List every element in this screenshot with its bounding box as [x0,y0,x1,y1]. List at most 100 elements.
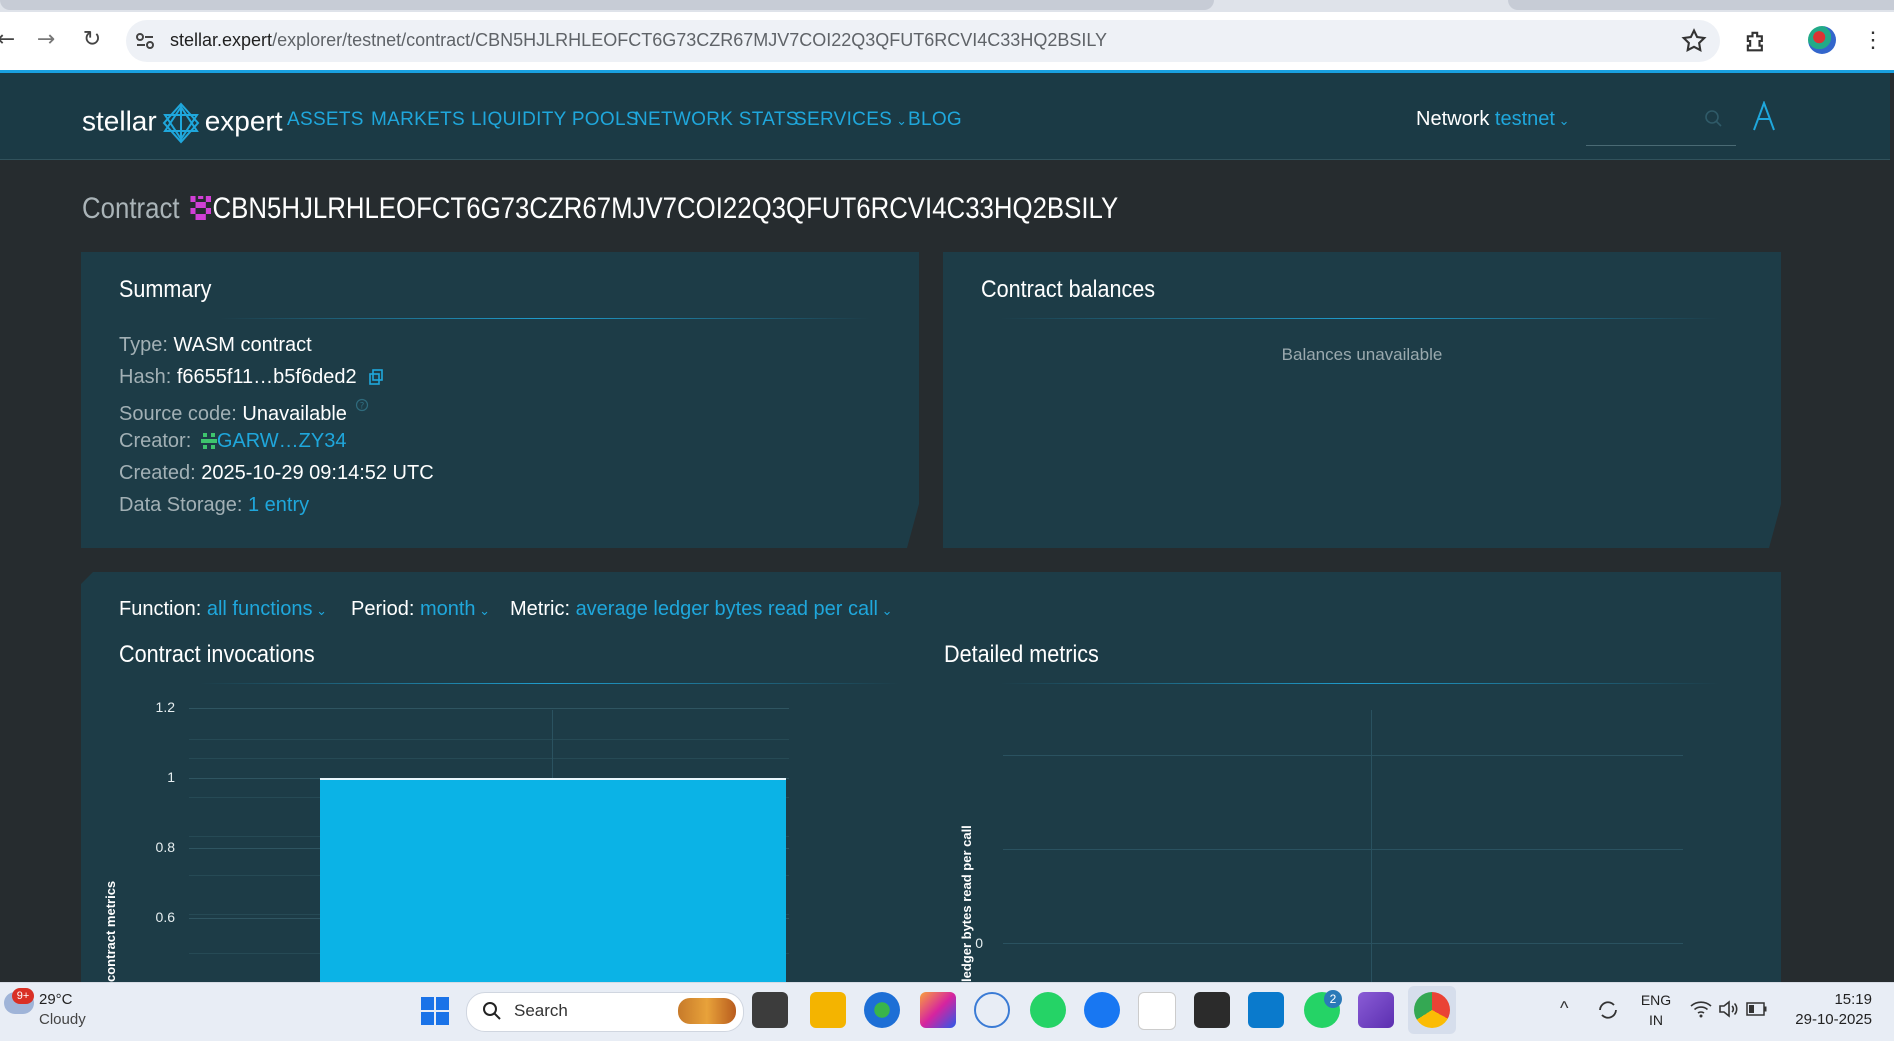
search-highlight-icon [678,998,736,1024]
nav-blog[interactable]: BLOG [908,109,962,131]
y-tick-label: 0.6 [155,909,175,925]
address-url[interactable]: stellar.expert/explorer/testnet/contract… [170,30,1107,51]
balances-title: Contract balances [981,276,1156,303]
y-tick-label: 0.8 [155,839,175,855]
site-info-icon[interactable] [134,30,156,52]
nav-assets[interactable]: ASSETS [287,109,364,131]
search-underline [1586,145,1736,146]
site-header: stellar expert ASSETS MARKETS LIQUIDITY P… [0,73,1890,160]
notification-badge: 2 [1324,990,1342,1008]
summary-source-row: Source code: Unavailable ? [119,398,369,426]
grid-line [1003,943,1683,944]
grid-line-vertical [1371,710,1372,982]
metric-filter-label: Metric: [510,598,570,620]
star-icon[interactable] [1680,27,1708,55]
network-value: testnet [1494,108,1555,130]
grid-line [189,708,789,709]
logo-text-right: expert [204,105,283,137]
summary-creator-row: Creator: GARW…ZY34 [119,430,346,453]
battery-icon[interactable] [1746,1002,1768,1016]
browser-tab[interactable] [1508,0,1894,10]
url-path: /explorer/testnet/contract/CBN5HJLRHLEOF… [272,30,1108,50]
weather-temp[interactable]: 29°C [39,991,73,1008]
summary-storage-key: Data Storage: [119,494,243,516]
detailed-title: Detailed metrics [944,641,1099,668]
forward-arrow-icon[interactable]: → [32,26,60,54]
contract-identicon-icon [190,196,211,220]
invocations-title: Contract invocations [119,641,315,668]
facebook-icon[interactable] [1084,992,1120,1028]
nav-services[interactable]: SERVICES ⌄ [794,109,907,131]
chevron-down-icon: ⌄ [1554,113,1570,128]
summary-type-key: Type: [119,334,168,356]
menu-kebab-icon[interactable]: ⋮ [1862,26,1884,54]
weather-desc[interactable]: Cloudy [39,1011,86,1028]
invocations-chart: 1.2 1 0.8 0.6 contract metrics [81,700,921,982]
language-region[interactable]: IN [1636,1012,1676,1028]
function-filter-value: all functions [206,598,313,620]
visual-studio-icon[interactable] [1358,992,1394,1028]
clock-date[interactable]: 29-10-2025 [1772,1011,1872,1028]
chevron-down-icon: ⌄ [892,113,908,128]
detailed-y-axis-label: ledger bytes read per call [959,825,974,982]
terminal-icon[interactable] [1194,992,1230,1028]
chevron-down-icon: ⌄ [312,603,327,618]
data-storage-link[interactable]: 1 entry [248,494,309,516]
summary-hash-key: Hash: [119,366,172,388]
browser-tab[interactable] [0,0,1214,10]
grid-line [189,739,789,740]
amazon-icon[interactable] [1138,992,1176,1030]
edge-browser-icon[interactable] [864,992,900,1028]
clock-time[interactable]: 15:19 [1792,991,1872,1008]
sync-icon[interactable] [1596,998,1620,1022]
info-icon[interactable]: ? [355,398,369,412]
logo-mark-icon [162,102,200,144]
summary-type-row: Type: WASM contract [119,334,312,357]
network-selector[interactable]: Network testnet ⌄ [1416,108,1569,131]
invocations-bar[interactable] [320,778,786,982]
search-icon[interactable] [1704,109,1722,127]
nav-liquidity-pools[interactable]: LIQUIDITY POOLS [471,109,639,131]
site-logo[interactable]: stellar expert [82,101,283,145]
task-view-icon[interactable] [752,992,788,1028]
translate-app-icon[interactable] [974,992,1010,1028]
balances-empty-text: Balances unavailable [1281,345,1443,364]
nav-markets[interactable]: MARKETS [371,109,465,131]
grid-line [1003,849,1683,850]
summary-created-key: Created: [119,462,196,484]
summary-creator-key: Creator: [119,430,192,452]
windows-start-icon[interactable] [420,996,450,1026]
summary-title: Summary [119,276,212,303]
nav-network-stats[interactable]: NETWORK STATS [634,109,799,131]
account-icon[interactable] [1752,100,1776,131]
network-label: Network [1416,108,1490,130]
function-filter[interactable]: Function: all functions ⌄ [119,598,327,621]
metric-filter-value: average ledger bytes read per call [575,598,878,620]
wifi-icon[interactable] [1690,1000,1712,1018]
chrome-icon[interactable] [1414,992,1450,1028]
profile-avatar-icon[interactable] [1808,26,1836,54]
chevron-up-icon[interactable]: ^ [1560,998,1568,1019]
invocations-y-axis-label: contract metrics [103,880,118,982]
file-explorer-icon[interactable] [810,992,846,1028]
volume-icon[interactable] [1718,1000,1740,1018]
period-filter[interactable]: Period: month ⌄ [351,598,490,621]
instagram-icon[interactable] [920,992,956,1028]
extensions-icon[interactable] [1742,27,1770,55]
copy-icon[interactable] [368,369,384,385]
metric-filter[interactable]: Metric: average ledger bytes read per ca… [510,598,892,621]
browser-tab-strip [0,0,1894,12]
y-tick-label: 1 [167,769,175,785]
creator-link[interactable]: GARW…ZY34 [217,430,347,452]
reload-icon[interactable]: ↻ [78,26,106,54]
balances-title-underline [1000,318,1720,319]
detailed-title-underline [1000,683,1720,684]
language-code[interactable]: ENG [1636,992,1676,1008]
whatsapp-icon[interactable] [1030,992,1066,1028]
back-arrow-icon[interactable]: ← [0,26,20,54]
account-identicon-icon [200,433,217,449]
y-tick-label: 1.2 [155,700,175,715]
vscode-icon[interactable] [1248,992,1284,1028]
taskbar-search-label: Search [514,1001,568,1020]
summary-source-key: Source code: [119,403,237,425]
